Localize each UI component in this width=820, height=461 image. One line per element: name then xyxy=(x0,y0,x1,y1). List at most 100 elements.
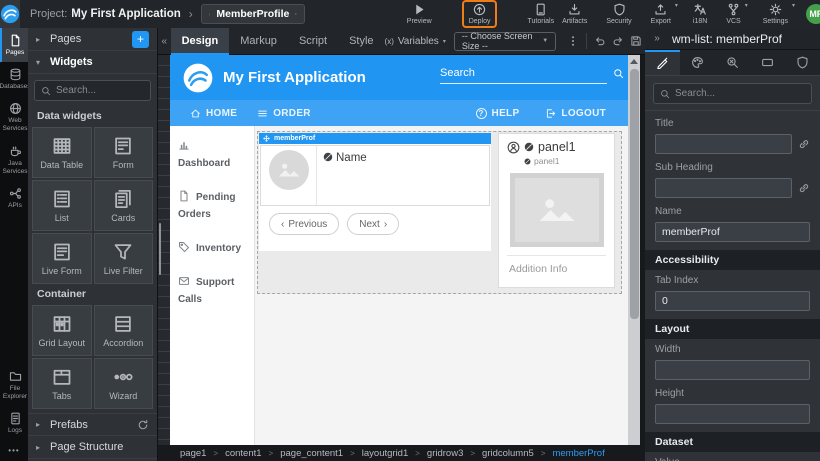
variables-dropdown[interactable]: (x) Variables ▾ xyxy=(385,36,446,47)
nav-home[interactable]: HOME xyxy=(190,108,237,119)
ruler-scrollbar-thumb[interactable] xyxy=(159,223,161,275)
widget-search[interactable] xyxy=(34,80,151,101)
name-input[interactable] xyxy=(655,222,810,242)
memberprof-list-widget[interactable]: memberProf Name xyxy=(259,133,491,251)
search-icon[interactable] xyxy=(613,68,624,79)
tab-design[interactable]: Design xyxy=(171,28,230,55)
tab-events[interactable] xyxy=(715,50,750,75)
widget-tile-form[interactable]: Form xyxy=(94,127,154,178)
widget-tile-live-filter[interactable]: Live Filter xyxy=(94,233,154,284)
more-options-icon[interactable]: ••• xyxy=(0,440,28,461)
kebab-menu-icon[interactable] xyxy=(567,33,579,49)
breadcrumb-item[interactable]: page1 xyxy=(180,448,206,459)
panel1-widget[interactable]: panel1 panel1 Addition Info xyxy=(498,133,615,288)
app-search-input[interactable] xyxy=(440,65,607,84)
page-tab-memberprofile[interactable]: MemberProfile xyxy=(201,4,305,24)
prefabs-accordion[interactable]: ▸ Prefabs xyxy=(28,413,157,436)
save-icon[interactable] xyxy=(630,33,642,49)
page-structure-accordion[interactable]: ▸ Page Structure xyxy=(28,436,157,459)
avatar-placeholder xyxy=(269,150,309,190)
tab-properties[interactable] xyxy=(645,50,680,75)
user-avatar[interactable]: MP xyxy=(806,4,820,24)
scrollbar-thumb[interactable] xyxy=(630,69,639,319)
rail-item-file-explorer[interactable]: File Explorer xyxy=(0,364,28,406)
vcs-button[interactable]: VCS ▾ xyxy=(722,2,747,26)
menu-item-pending-orders[interactable]: Pending Orders xyxy=(178,189,246,223)
tab-script[interactable]: Script xyxy=(288,28,338,55)
menu-item-inventory[interactable]: Inventory xyxy=(178,240,246,257)
widget-tile-accordion[interactable]: Accordion xyxy=(94,305,154,356)
undo-icon[interactable] xyxy=(594,33,606,49)
previous-button[interactable]: ‹ Previous xyxy=(269,213,339,235)
widget-tile-wizard[interactable]: Wizard xyxy=(94,358,154,409)
height-input[interactable] xyxy=(655,404,810,424)
tab-index-input[interactable] xyxy=(655,291,810,311)
widget-tile-live-form[interactable]: Live Form xyxy=(32,233,92,284)
widget-tile-tabs[interactable]: Tabs xyxy=(32,358,92,409)
breadcrumb-item[interactable]: gridcolumn5 xyxy=(482,448,534,459)
tab-style[interactable]: Style xyxy=(338,28,384,55)
menu-item-dashboard[interactable]: Dashboard xyxy=(178,138,246,172)
rail-item-apis[interactable]: APIs xyxy=(0,181,28,215)
rail-item-web-services[interactable]: Web Services xyxy=(0,96,28,138)
panel1-header[interactable]: panel1 xyxy=(507,140,606,154)
panel1-subtitle: panel1 xyxy=(534,156,560,166)
collapse-right-panel-icon[interactable]: » xyxy=(649,31,665,47)
tab-styles[interactable] xyxy=(680,50,715,75)
rail-item-pages[interactable]: Pages xyxy=(0,28,28,62)
next-button[interactable]: Next › xyxy=(347,213,399,235)
help-icon: ? xyxy=(476,108,487,119)
widget-search-input[interactable] xyxy=(56,85,141,96)
chevron-right-icon: › xyxy=(189,7,193,21)
bind-link-icon[interactable] xyxy=(798,182,810,194)
pages-accordion[interactable]: ▸ Pages + xyxy=(28,28,157,51)
collapse-left-panel-icon[interactable]: « xyxy=(158,33,171,49)
rail-item-logs[interactable]: Logs xyxy=(0,406,28,440)
screen-size-select[interactable]: -- Choose Screen Size -- ▼ xyxy=(454,32,556,51)
title-input[interactable] xyxy=(655,134,792,154)
rail-item-java-services[interactable]: Java Services xyxy=(0,139,28,181)
rail-item-databases[interactable]: Databases xyxy=(0,62,28,96)
sub-heading-input[interactable] xyxy=(655,178,792,198)
breadcrumb-item[interactable]: layoutgrid1 xyxy=(362,448,408,459)
width-input[interactable] xyxy=(655,360,810,380)
app-search[interactable] xyxy=(440,65,607,84)
settings-button[interactable]: Settings ▾ xyxy=(759,2,795,26)
nav-help[interactable]: ? HELP xyxy=(476,108,520,119)
widget-tile-grid-layout[interactable]: Grid Layout xyxy=(32,305,92,356)
selected-grid-column[interactable]: memberProf Name xyxy=(257,131,622,294)
list-item-template[interactable]: Name xyxy=(260,145,490,206)
breadcrumb-item[interactable]: content1 xyxy=(225,448,261,459)
tab-markup[interactable]: Markup xyxy=(229,28,288,55)
deploy-button[interactable]: Deploy xyxy=(462,0,498,28)
breadcrumb-item[interactable]: page_content1 xyxy=(280,448,343,459)
scroll-up-icon[interactable] xyxy=(630,59,638,64)
wavemaker-logo[interactable] xyxy=(0,0,20,28)
canvas-scrollbar[interactable] xyxy=(628,55,640,457)
breadcrumb-item[interactable]: gridrow3 xyxy=(427,448,463,459)
preview-button[interactable]: Preview xyxy=(403,2,436,26)
image-placeholder[interactable] xyxy=(510,173,604,247)
nav-logout[interactable]: LOGOUT xyxy=(545,108,606,119)
nav-order[interactable]: ORDER xyxy=(257,108,311,119)
widget-tile-cards[interactable]: Cards xyxy=(94,180,154,231)
i18n-button[interactable]: i18N xyxy=(689,2,711,26)
tutorials-button[interactable]: Tutorials xyxy=(523,2,558,26)
widget-tile-list[interactable]: List xyxy=(32,180,92,231)
security-button[interactable]: Security xyxy=(602,2,635,26)
properties-search[interactable] xyxy=(653,83,812,104)
widget-tile-data-table[interactable]: Data Table xyxy=(32,127,92,178)
menu-item-support-calls[interactable]: Support Calls xyxy=(178,274,246,308)
vertical-ruler xyxy=(158,55,170,457)
artifacts-button[interactable]: Artifacts xyxy=(558,2,591,26)
widgets-accordion[interactable]: ▾ Widgets xyxy=(28,51,157,74)
redo-icon[interactable] xyxy=(612,33,624,49)
add-page-button[interactable]: + xyxy=(132,31,149,48)
breadcrumb-item-active[interactable]: memberProf xyxy=(552,448,604,459)
tab-device[interactable] xyxy=(750,50,785,75)
export-button[interactable]: Export ▾ xyxy=(647,2,678,26)
tab-security[interactable] xyxy=(785,50,820,75)
bind-link-icon[interactable] xyxy=(798,138,810,150)
properties-search-input[interactable] xyxy=(675,88,795,99)
memberprof-selection-bar[interactable]: memberProf xyxy=(259,133,491,144)
